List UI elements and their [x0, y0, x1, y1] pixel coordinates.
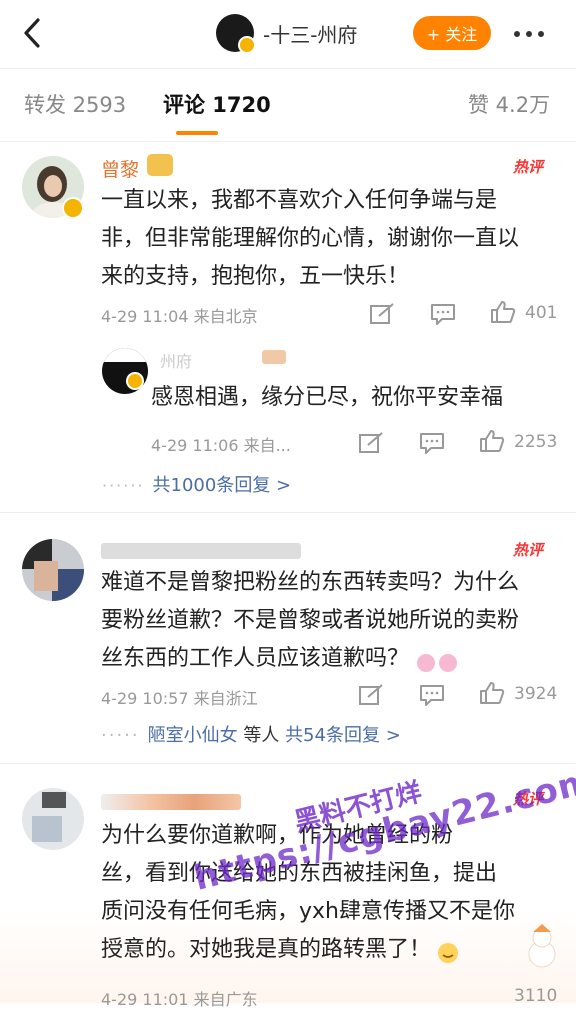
account-name: -十三-州府 — [263, 22, 358, 47]
view-replies-link[interactable]: ······ 共1000条回复 > — [102, 471, 291, 497]
like-icon[interactable] — [490, 300, 516, 324]
hot-comment-badge: 热评 — [513, 158, 544, 176]
commenter-name-blurred — [101, 543, 301, 559]
like-count: 2253 — [514, 432, 558, 452]
like-count: 3924 — [514, 684, 558, 704]
commenter-avatar[interactable] — [22, 539, 84, 601]
reply-text: 感恩相遇，缘分已尽，祝你平安幸福 — [151, 385, 504, 410]
comment-icon[interactable] — [430, 302, 456, 326]
commenter-avatar[interactable] — [22, 788, 84, 850]
vip-badge-icon — [262, 350, 286, 364]
top-bar: -十三-州府 + 关注 — [0, 0, 576, 69]
share-icon[interactable] — [369, 302, 395, 326]
view-replies-link[interactable]: ····· 陋室小仙女 等人 共54条回复 > — [101, 721, 401, 747]
verified-badge-icon — [238, 36, 256, 54]
comment-icon[interactable] — [419, 431, 445, 455]
share-icon[interactable] — [358, 683, 384, 707]
reply-name[interactable]: 州府 — [160, 348, 192, 372]
like-icon[interactable] — [479, 429, 505, 453]
comment-text: 难道不是曾黎把粉丝的东西转卖吗？为什么 要粉丝道歉？不是曾黎或者说她所说的卖粉 … — [101, 570, 520, 672]
reply-user-link[interactable]: 陋室小仙女 — [148, 725, 238, 746]
comment-item: 热评 难道不是曾黎把粉丝的东西转卖吗？为什么 要粉丝道歉？不是曾黎或者说她所说的… — [0, 513, 576, 763]
comment-icon[interactable] — [419, 683, 445, 707]
emoji-icon — [415, 648, 459, 672]
comment-meta: 4-29 11:01 来自广东 — [101, 990, 258, 1009]
share-icon[interactable] — [358, 431, 384, 455]
back-arrow-icon[interactable] — [18, 16, 48, 50]
hot-comment-badge: 热评 — [513, 541, 544, 559]
tab-likes[interactable]: 赞 4.2万 — [468, 89, 550, 119]
reply-meta: 4-29 11:06 来自... — [151, 436, 291, 455]
verified-badge-icon — [62, 197, 84, 219]
like-count: 3110 — [514, 986, 558, 1006]
like-count: 401 — [525, 303, 558, 323]
comment-meta: 4-29 10:57 来自浙江 — [101, 689, 258, 708]
more-options-icon[interactable] — [514, 31, 544, 37]
tab-comments[interactable]: 评论 1720 — [163, 89, 271, 119]
commenter-name-blurred — [101, 794, 241, 810]
active-tab-indicator — [176, 131, 218, 135]
tab-bar: 转发 2593 评论 1720 赞 4.2万 — [0, 69, 576, 142]
emoji-icon — [437, 939, 459, 963]
comment-item: 曾黎 热评 一直以来，我都不喜欢介入任何争端与是 非，但非常能理解你的心情，谢谢… — [0, 142, 576, 512]
snowman-decoration-icon — [522, 924, 562, 968]
tab-reposts[interactable]: 转发 2593 — [24, 89, 126, 119]
vip-crown-icon — [147, 154, 173, 176]
comment-text: 一直以来，我都不喜欢介入任何争端与是 非，但非常能理解你的心情，谢谢你一直以 来… — [101, 188, 520, 289]
like-icon[interactable] — [479, 681, 505, 705]
follow-button[interactable]: + 关注 — [413, 16, 491, 50]
verified-badge-icon — [126, 372, 144, 390]
account-avatar[interactable] — [216, 14, 256, 54]
account-header[interactable]: -十三-州府 — [216, 14, 358, 54]
comment-meta: 4-29 11:04 来自北京 — [101, 307, 258, 326]
commenter-name[interactable]: 曾黎 — [101, 155, 139, 182]
